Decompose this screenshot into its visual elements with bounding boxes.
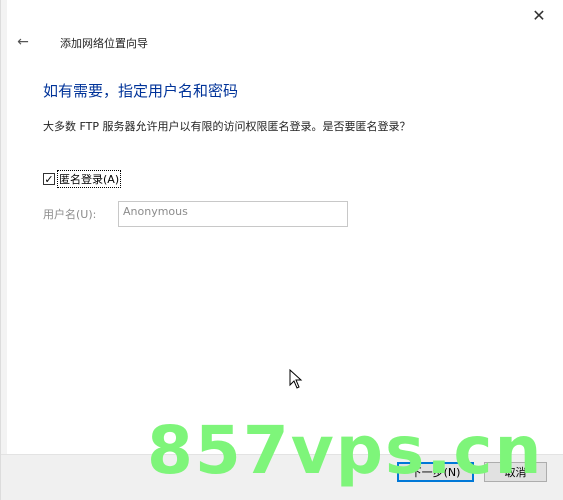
anonymous-login-row[interactable]: ✓ 匿名登录(A) (43, 170, 122, 188)
watermark: 857vps.cn (147, 412, 544, 489)
anonymous-question-text: 大多数 FTP 服务器允许用户以有限的访问权限匿名登录。是否要匿名登录？ (43, 120, 411, 133)
window-edge (1, 0, 7, 500)
wizard-title: 添加网络位置向导 (60, 37, 148, 50)
close-icon: ✕ (532, 5, 546, 25)
username-label: 用户名(U): (43, 208, 97, 221)
page-heading: 如有需要，指定用户名和密码 (43, 82, 239, 100)
mouse-cursor-icon (289, 369, 303, 389)
close-button[interactable]: ✕ (525, 2, 553, 28)
back-button[interactable]: ← (13, 33, 33, 51)
checkmark-icon: ✓ (44, 172, 54, 186)
anonymous-login-checkbox[interactable]: ✓ (43, 173, 55, 185)
anonymous-login-label[interactable]: 匿名登录(A) (57, 170, 122, 188)
back-arrow-icon: ← (17, 34, 29, 50)
username-input[interactable]: Anonymous (118, 201, 348, 227)
wizard-window: ✕ ← 添加网络位置向导 如有需要，指定用户名和密码 大多数 FTP 服务器允许… (0, 0, 563, 500)
